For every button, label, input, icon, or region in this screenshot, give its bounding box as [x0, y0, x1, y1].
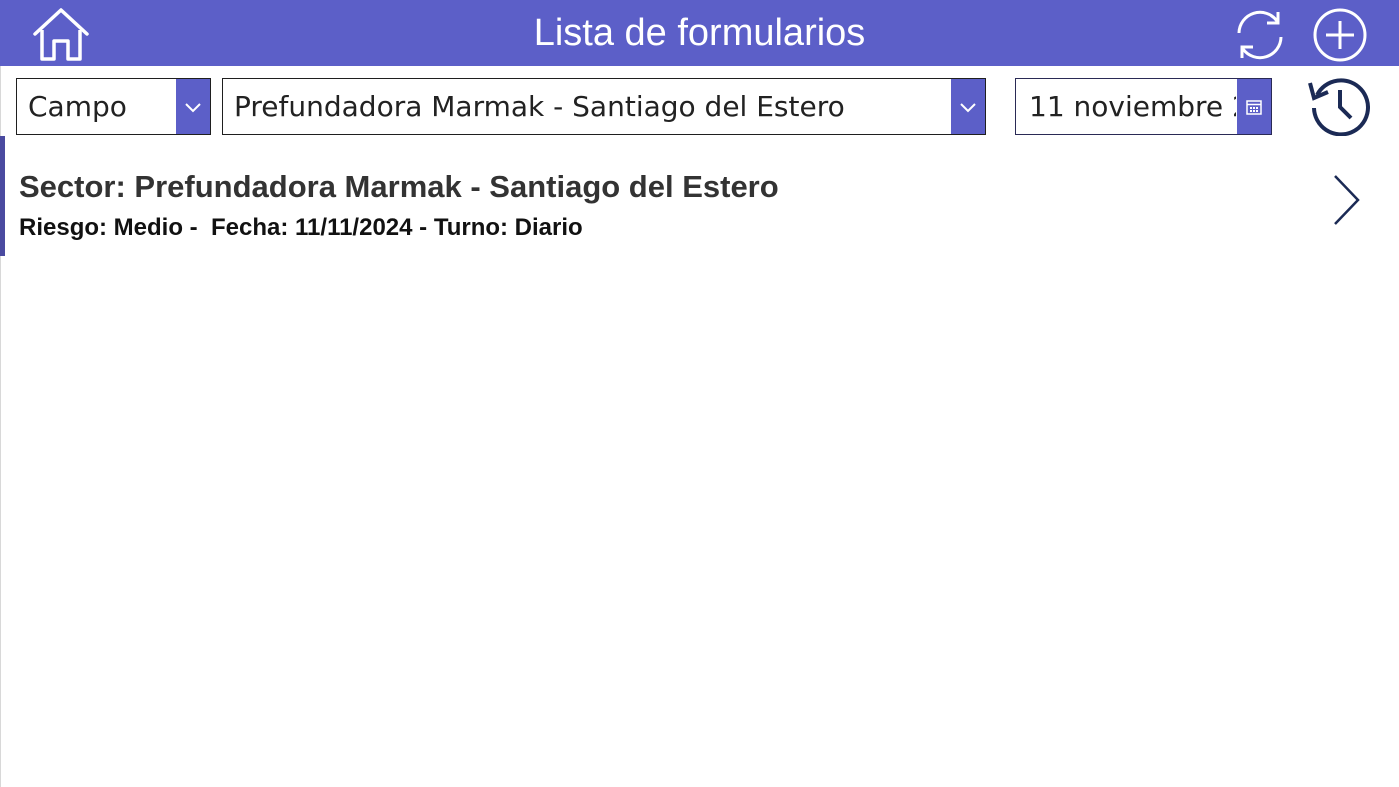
- selection-indicator: [0, 136, 5, 256]
- chevron-down-icon: [960, 102, 976, 112]
- date-picker-button[interactable]: [1237, 79, 1271, 134]
- list-item[interactable]: Sector: Prefundadora Marmak - Santiago d…: [0, 136, 1399, 256]
- campo-dropdown-button[interactable]: [176, 79, 210, 134]
- calendar-icon: [1246, 99, 1262, 115]
- campo-dropdown-value: Campo: [28, 90, 127, 123]
- sector-dropdown-value: Prefundadora Marmak - Santiago del Ester…: [234, 90, 845, 123]
- app-window: Lista de formularios Campo Prefundadora …: [0, 0, 1399, 787]
- list-item-title: Sector: Prefundadora Marmak - Santiago d…: [19, 169, 779, 204]
- page-title: Lista de formularios: [533, 12, 866, 54]
- list-item-subtitle: Riesgo: Medio - Fecha: 11/11/2024 - Turn…: [19, 214, 583, 241]
- date-picker-value: 11 noviembre 2024: [1029, 90, 1236, 123]
- header-bar: Lista de formularios: [0, 0, 1399, 66]
- sector-dropdown[interactable]: Prefundadora Marmak - Santiago del Ester…: [222, 78, 986, 135]
- history-icon[interactable]: [1306, 74, 1370, 137]
- date-picker[interactable]: 11 noviembre 2024: [1015, 78, 1272, 135]
- home-icon[interactable]: [30, 6, 92, 64]
- add-icon[interactable]: [1312, 7, 1368, 63]
- chevron-right-icon[interactable]: [1328, 172, 1364, 228]
- chevron-down-icon: [185, 102, 201, 112]
- campo-dropdown[interactable]: Campo: [16, 78, 211, 135]
- sector-dropdown-button[interactable]: [951, 79, 985, 134]
- left-edge-divider: [0, 0, 1, 787]
- refresh-icon[interactable]: [1232, 9, 1288, 61]
